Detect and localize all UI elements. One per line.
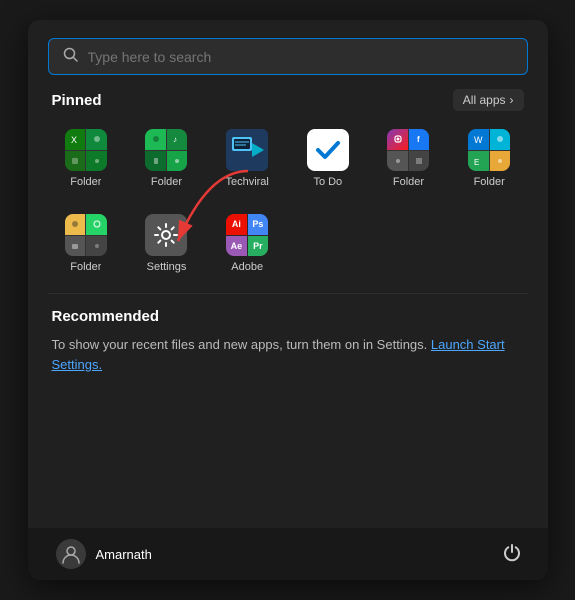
folder4-icon: W E [468, 129, 510, 171]
pinned-apps-grid-row2: Folder Settings Ai Ps Ae Pr [28, 206, 548, 291]
app-item-settings[interactable]: Settings [128, 206, 205, 281]
app-item-folder5[interactable]: Folder [48, 206, 125, 281]
search-icon [63, 47, 78, 66]
app-item-todo[interactable]: To Do [289, 121, 366, 196]
app-item-adobe[interactable]: Ai Ps Ae Pr Adobe [209, 206, 286, 281]
adobe-icon: Ai Ps Ae Pr [226, 214, 268, 256]
folder3-icon: f [387, 129, 429, 171]
all-apps-button[interactable]: All apps › [453, 89, 524, 111]
app-item-folder2[interactable]: ♪ Folder [128, 121, 205, 196]
chevron-right-icon: › [510, 93, 514, 107]
recommended-title: Recommended [52, 308, 160, 325]
folder1-icon: X [65, 129, 107, 171]
app-item-techviral[interactable]: Techviral [209, 121, 286, 196]
folder2-label: Folder [151, 176, 182, 188]
adobe-label: Adobe [231, 261, 263, 273]
folder1-label: Folder [70, 176, 101, 188]
user-name: Amarnath [96, 547, 152, 562]
pinned-title: Pinned [52, 92, 102, 109]
svg-text:W: W [474, 135, 483, 144]
app-item-folder3[interactable]: f Folder [370, 121, 447, 196]
app-item-folder1[interactable]: X Folder [48, 121, 125, 196]
pinned-section: Pinned All apps › X [28, 89, 548, 291]
svg-text:♪: ♪ [173, 135, 177, 144]
recommended-section: Recommended To show your recent files an… [28, 308, 548, 528]
recommended-header: Recommended [52, 308, 524, 335]
user-info[interactable]: Amarnath [48, 533, 160, 575]
svg-text:E: E [474, 158, 479, 166]
svg-text:f: f [417, 135, 420, 144]
taskbar: Amarnath [28, 528, 548, 580]
user-avatar [56, 539, 86, 569]
search-bar[interactable] [48, 38, 528, 75]
pinned-header: Pinned All apps › [28, 89, 548, 121]
folder4-label: Folder [474, 176, 505, 188]
search-input[interactable] [88, 49, 513, 65]
techviral-icon [226, 129, 268, 171]
todo-label: To Do [313, 176, 342, 188]
app-item-folder4[interactable]: W E Folder [451, 121, 528, 196]
section-divider [48, 293, 528, 294]
settings-label: Settings [147, 261, 187, 273]
folder2-icon: ♪ [145, 129, 187, 171]
recommended-description: To show your recent files and new apps, … [52, 335, 524, 374]
svg-text:X: X [71, 135, 77, 144]
folder5-icon [65, 214, 107, 256]
folder5-label: Folder [70, 261, 101, 273]
todo-icon [307, 129, 349, 171]
pinned-apps-grid: X Folder [28, 121, 548, 206]
folder3-label: Folder [393, 176, 424, 188]
start-menu: Pinned All apps › X [28, 20, 548, 580]
power-button[interactable] [496, 536, 528, 573]
settings-icon [145, 214, 187, 256]
techviral-label: Techviral [225, 176, 268, 188]
